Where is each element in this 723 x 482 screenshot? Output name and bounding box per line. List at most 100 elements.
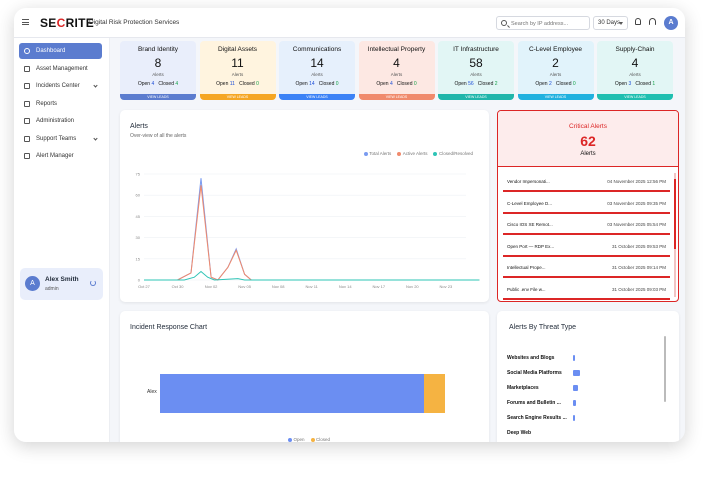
incident-open-bar <box>160 374 424 413</box>
incident-legend: Open Closed <box>288 437 330 442</box>
view-leads-button[interactable]: VIEW LEADS <box>438 94 514 100</box>
category-card[interactable]: Intellectual Property 4 Alerts Open 4 Close… <box>358 41 435 100</box>
sidebar-item-label: Alert Manager <box>36 153 74 159</box>
sidebar-item-label: Dashboard <box>36 48 66 54</box>
card-counts: Open 14 Closed 0 <box>295 81 339 87</box>
menu-icon[interactable] <box>22 19 29 25</box>
incident-response-panel: Incident Response Chart Alex Open Closed <box>120 311 489 442</box>
view-leads-button[interactable]: VIEW LEADS <box>517 94 594 100</box>
card-counts: Open 2 Closed 0 <box>535 81 576 87</box>
category-card[interactable]: Communications 14 Alerts Open 14 Closed 0 VI… <box>279 41 355 100</box>
sidebar-item-label: Incidents Center <box>36 83 80 89</box>
alerts-subtitle: Over-view of all the alerts <box>130 133 187 139</box>
x-tick-label: Nov 05 <box>238 284 251 289</box>
critical-alerts-panel: Critical Alerts 62 Alerts Vendor Imperso… <box>497 110 679 302</box>
x-tick-label: Oct 27 <box>138 284 151 289</box>
sidebar-item-label: Asset Management <box>36 65 88 72</box>
card-counts: Open 4 Closed 4 <box>137 81 179 87</box>
card-label: Alerts <box>629 72 641 77</box>
x-tick-label: Nov 17 <box>372 284 385 289</box>
notification-bell-icon[interactable] <box>635 18 641 25</box>
alert-date: 03 November 2025 05:54 PM <box>607 222 666 227</box>
x-tick-label: Oct 30 <box>172 284 185 289</box>
alert-name: Public .env File w... <box>507 286 546 292</box>
nav-icon <box>24 48 30 54</box>
view-leads-button[interactable]: VIEW LEADS <box>199 94 276 100</box>
threat-bar <box>573 354 575 361</box>
sidebar: Dashboard Asset Management Incidents Cente… <box>14 38 110 442</box>
threat-label: Websites and Blogs <box>507 355 555 361</box>
incident-closed-bar <box>424 374 445 413</box>
chevron-down-icon <box>93 83 98 88</box>
critical-alert-row[interactable]: Vendor Impersonati... 04 November 2025 12… <box>503 171 670 192</box>
threat-scrollbar[interactable] <box>664 336 666 402</box>
critical-alert-row[interactable]: Public .env File w... 31 October 2025 09:… <box>503 279 670 300</box>
view-leads-button[interactable]: VIEW LEADS <box>597 94 673 100</box>
sidebar-item-incidents-center[interactable]: Incidents Center <box>19 78 102 94</box>
nav-icon <box>24 100 30 107</box>
category-card[interactable]: C-Level Employee 2 Alerts Open 2 Closed 0 VI… <box>517 41 594 100</box>
sidebar-item-label: Administration <box>36 118 75 124</box>
headset-icon[interactable] <box>649 18 656 25</box>
app-window: SECRITE Digital Risk Protection Services… <box>14 8 685 442</box>
x-tick-label: Nov 23 <box>440 284 453 289</box>
category-card[interactable]: Digital Assets 11 Alerts Open 11 Closed 0 VI… <box>199 41 276 100</box>
threat-label: Search Engine Results ... <box>507 415 567 421</box>
card-label: Alerts <box>152 72 164 77</box>
search-box[interactable] <box>496 16 590 30</box>
critical-alert-row[interactable]: Intellectual Prope... 31 October 2025 09:… <box>503 257 670 278</box>
category-card[interactable]: Supply-Chain 4 Alerts Open 3 Closed 1 VIEW L… <box>597 41 673 100</box>
app-logo[interactable]: SECRITE <box>40 16 94 30</box>
critical-alerts-label: Alerts <box>580 151 596 157</box>
view-leads-button[interactable]: VIEW LEADS <box>120 94 196 100</box>
card-value: 58 <box>469 56 483 70</box>
card-label: Alerts <box>390 72 403 77</box>
card-value: 11 <box>231 56 244 70</box>
card-counts: Open 3 Closed 1 <box>614 81 656 87</box>
card-title: Supply-Chain <box>615 46 655 53</box>
x-tick-label: Nov 02 <box>205 284 218 289</box>
category-card[interactable]: Brand Identity 8 Alerts Open 4 Closed 4 VIEW… <box>120 41 196 100</box>
date-range-select[interactable]: 30 Days <box>593 16 628 30</box>
legend-closed: Closed <box>310 437 330 442</box>
sidebar-item-asset-management[interactable]: Asset Management <box>19 61 102 77</box>
threat-bar <box>573 384 579 391</box>
card-title: IT Infrastructure <box>453 46 499 53</box>
legend-open: Open <box>288 437 305 442</box>
chevron-down-icon <box>619 22 623 25</box>
logout-icon[interactable] <box>90 280 96 286</box>
critical-scrollbar[interactable] <box>674 173 676 297</box>
incident-bar-label: Alex <box>147 389 157 395</box>
threat-label: Forums and Bulletin ... <box>507 400 561 406</box>
top-header: SECRITE Digital Risk Protection Services… <box>14 8 685 38</box>
sidebar-item-reports[interactable]: Reports <box>19 96 102 112</box>
card-value: 2 <box>552 56 559 70</box>
alert-name: Open Port — RDP Ex... <box>507 243 555 249</box>
critical-alert-row[interactable]: C-Level Employee D... 03 November 2025 09… <box>503 193 670 214</box>
card-value: 8 <box>154 56 162 70</box>
sidebar-item-support-teams[interactable]: Support Teams <box>19 131 102 147</box>
nav-icon <box>24 153 30 159</box>
chevron-down-icon <box>93 135 98 141</box>
card-title: Brand Identity <box>137 46 179 53</box>
profile-avatar: A <box>25 276 40 291</box>
sidebar-item-dashboard[interactable]: Dashboard <box>19 43 102 59</box>
scrollbar-thumb[interactable] <box>674 179 676 249</box>
category-card[interactable]: IT Infrastructure 58 Alerts Open 56 Closed … <box>438 41 514 100</box>
critical-alert-row[interactable]: Open Port — RDP Ex... 31 October 2025 09:… <box>503 236 670 257</box>
search-input[interactable] <box>511 18 587 29</box>
avatar[interactable]: A <box>664 16 678 30</box>
view-leads-button[interactable]: VIEW LEADS <box>279 94 355 100</box>
alert-name: Vendor Impersonati... <box>507 179 550 184</box>
alert-name: C-Level Employee D... <box>507 200 553 206</box>
sidebar-item-alert-manager[interactable]: Alert Manager <box>19 148 102 164</box>
card-label: Alerts <box>470 72 482 77</box>
x-tick-label: Nov 11 <box>306 284 319 289</box>
y-tick-label: 60 <box>136 193 141 198</box>
profile-card[interactable]: A Alex Smith admin <box>20 268 103 300</box>
sidebar-item-administration[interactable]: Administration <box>19 113 102 129</box>
critical-alert-row[interactable]: Cisco IOS XE Remot... 03 November 2025 05… <box>503 214 670 235</box>
card-title: C-Level Employee <box>528 46 583 53</box>
y-tick-label: 75 <box>136 172 141 177</box>
view-leads-button[interactable]: VIEW LEADS <box>358 94 435 100</box>
